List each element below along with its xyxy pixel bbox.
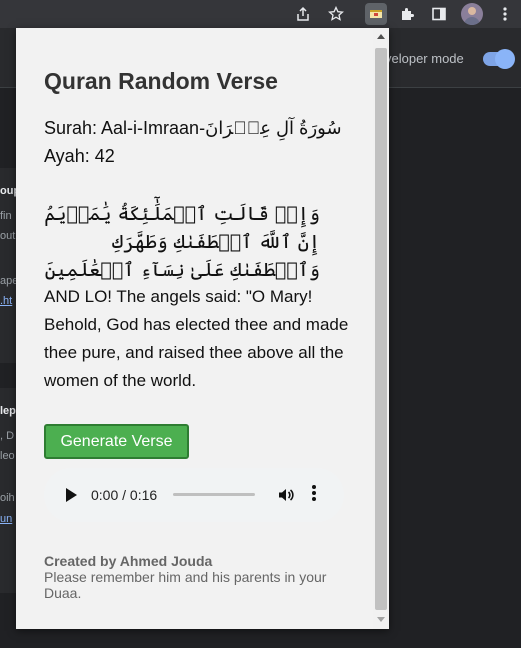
- card-text: oih: [0, 492, 15, 504]
- ayah-label: Ayah: 42: [44, 146, 115, 166]
- sidepanel-icon[interactable]: [429, 4, 449, 24]
- card-text: leo: [0, 450, 15, 462]
- extension-popup: Quran Random Verse Surah: Aal-i-Imraan-س…: [16, 28, 389, 629]
- credit-text: Created by Ahmed Jouda: [44, 553, 213, 569]
- surah-label: Surah: Aal-i-Imraan-سُورَةُ آلِ عِمۡرَان…: [44, 118, 342, 138]
- card-text: , D: [0, 430, 15, 442]
- card-link[interactable]: un: [0, 513, 12, 525]
- scroll-down-icon[interactable]: [377, 617, 385, 622]
- developer-mode-toggle[interactable]: [483, 49, 515, 69]
- popup-title: Quran Random Verse: [44, 68, 278, 94]
- card-text: lep: [0, 405, 16, 417]
- more-options-icon[interactable]: [312, 485, 316, 503]
- popup-scrollbar[interactable]: [373, 28, 389, 629]
- audio-progress-bar[interactable]: [173, 493, 255, 496]
- volume-icon[interactable]: [277, 486, 295, 509]
- audio-time: 0:00 / 0:16: [91, 487, 158, 503]
- card-link[interactable]: .ht: [0, 295, 12, 307]
- puzzle-icon[interactable]: [397, 4, 417, 24]
- arabic-verse: وَإِذۡ قَالَتِ ٱلۡمَلَٰٓئِكَةُ يَٰمَرۡيَ…: [44, 203, 320, 281]
- audio-player: 0:00 / 0:16: [44, 468, 344, 522]
- avatar[interactable]: [461, 3, 483, 25]
- verse-translation: AND LO! The angels said: "O Mary! Behold…: [44, 287, 349, 390]
- browser-toolbar: [0, 0, 521, 28]
- toggle-knob: [495, 49, 515, 69]
- generate-verse-button[interactable]: Generate Verse: [44, 424, 189, 459]
- card-text: out: [0, 230, 16, 242]
- card-text: fin: [0, 210, 12, 222]
- share-icon[interactable]: [293, 4, 313, 24]
- scroll-up-icon[interactable]: [377, 34, 385, 39]
- play-icon[interactable]: [66, 488, 77, 502]
- scroll-thumb[interactable]: [375, 48, 387, 610]
- star-icon[interactable]: [326, 4, 346, 24]
- dua-note: Please remember him and his parents in y…: [44, 569, 327, 601]
- developer-mode-label: veloper mode: [385, 51, 464, 66]
- extension-quran-icon[interactable]: [365, 3, 387, 25]
- menu-icon[interactable]: [495, 4, 515, 24]
